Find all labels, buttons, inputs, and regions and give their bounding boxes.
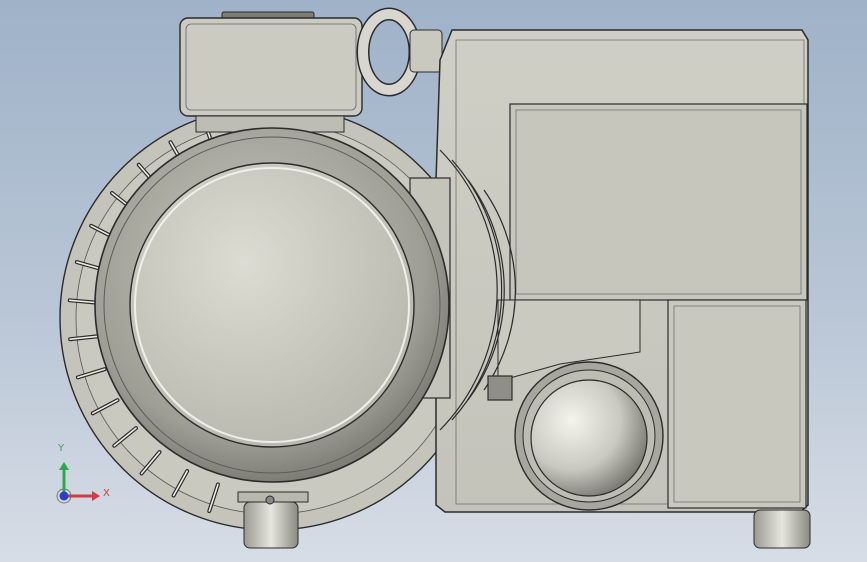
- motor-end-face: [94, 127, 450, 483]
- cad-viewport[interactable]: Y X: [0, 0, 867, 562]
- z-axis-dot: [59, 491, 69, 501]
- lifting-eye: [356, 7, 443, 97]
- y-axis-arrow: [59, 462, 69, 470]
- view-triad: [56, 462, 100, 504]
- terminal-box: [179, 11, 363, 133]
- y-axis-label: Y: [58, 443, 65, 454]
- x-axis-arrow: [92, 491, 100, 501]
- inlet-port: [514, 361, 664, 511]
- x-axis-label: X: [103, 488, 110, 499]
- pump-model-3d-view[interactable]: [0, 0, 867, 562]
